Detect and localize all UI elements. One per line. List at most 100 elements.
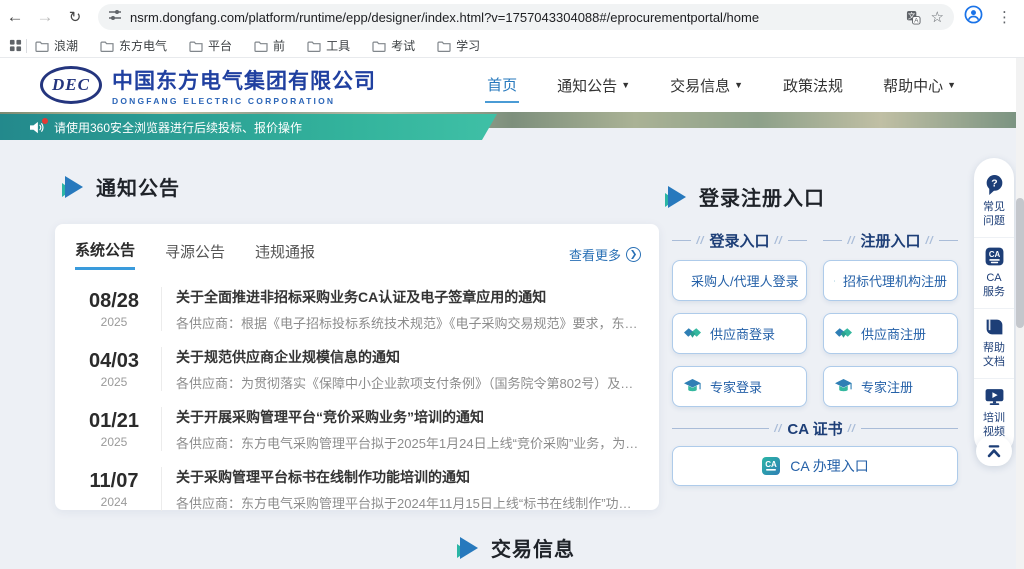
ca-service-label: CA服务 — [981, 271, 1007, 299]
expert-register-button[interactable]: 专家注册 — [823, 366, 958, 407]
ca-apply-button[interactable]: CA CA 办理入口 — [672, 446, 958, 486]
notification-dot — [42, 118, 48, 124]
tab-system-notices[interactable]: 系统公告 — [75, 239, 135, 270]
folder-icon — [189, 40, 203, 52]
chevron-down-icon: ▼ — [621, 80, 630, 90]
bookmark-folder-pingtai[interactable]: 平台 — [189, 37, 232, 54]
nav-notices[interactable]: 通知公告▼ — [555, 69, 632, 102]
folder-icon — [437, 40, 451, 52]
tab-violation-reports[interactable]: 违规通报 — [255, 241, 315, 269]
supplier-login-button[interactable]: 供应商登录 — [672, 313, 807, 354]
bookmarks-bar: 浪潮 东方电气 平台 前 工具 考试 学习 — [0, 34, 1024, 58]
purchaser-agent-login-button[interactable]: 采购人/代理人登录 — [672, 260, 807, 301]
divider — [161, 467, 162, 511]
apps-grid-icon[interactable] — [9, 39, 22, 52]
divider — [161, 407, 162, 451]
company-name-en: DONGFANG ELECTRIC CORPORATION — [112, 96, 376, 106]
announcement-desc: 各供应商：根据《电子招标投标系统技术规范》《电子采购交易规范》要求，东方电气采购… — [176, 313, 641, 332]
back-button[interactable]: ← — [0, 7, 30, 27]
reload-button[interactable]: ↻ — [60, 8, 90, 26]
ca-service-item[interactable]: CA CA服务 — [974, 237, 1014, 308]
announcement-date: 11/07 2024 — [75, 470, 153, 509]
section-title: 交易信息 — [491, 533, 575, 562]
company-logo[interactable]: DEC 中国东方电气集团有限公司 DONGFANG ELECTRIC CORPO… — [40, 65, 376, 106]
speaker-icon — [30, 121, 44, 134]
graduation-cap-icon — [683, 378, 702, 395]
entry-button-grid: 采购人/代理人登录 招标代理机构注册 供应商登录 供应商注册 专家登录 专家注册 — [672, 260, 958, 407]
document-icon — [984, 317, 1005, 337]
forward-button[interactable]: → — [30, 7, 60, 27]
menu-dots-icon[interactable]: ⋮ — [997, 8, 1012, 26]
bidding-agency-register-button[interactable]: 招标代理机构注册 — [823, 260, 958, 301]
divider — [26, 39, 27, 53]
profile-icon[interactable] — [964, 5, 983, 29]
company-name-cn: 中国东方电气集团有限公司 — [112, 65, 376, 95]
bookmark-folder-langchao[interactable]: 浪潮 — [35, 37, 78, 54]
video-icon — [984, 387, 1005, 407]
floating-sidebar: ? 常见问题 CA CA服务 帮助文档 培训视频 — [974, 158, 1014, 456]
folder-icon — [307, 40, 321, 52]
ca-badge-icon: CA — [761, 456, 781, 476]
announcement-date: 04/03 2025 — [75, 350, 153, 389]
scrollbar-thumb[interactable] — [1016, 198, 1024, 328]
announcement-row[interactable]: 04/03 2025 关于规范供应商企业规模信息的通知 各供应商：为贯彻落实《保… — [55, 339, 659, 399]
bookmark-star-icon[interactable]: ☆ — [931, 8, 944, 26]
graduation-cap-icon — [834, 378, 853, 395]
announcement-date: 01/21 2025 — [75, 410, 153, 449]
announcement-row[interactable]: 11/07 2024 关于采购管理平台标书在线制作功能培训的通知 各供应商：东方… — [55, 459, 659, 519]
register-entry-header: 注册入口 — [823, 230, 958, 251]
announcement-title[interactable]: 关于开展采购管理平台“竞价采购业务”培训的通知 — [176, 407, 641, 427]
site-settings-icon[interactable] — [108, 8, 122, 27]
help-docs-item[interactable]: 帮助文档 — [974, 308, 1014, 378]
building-icon — [834, 272, 835, 290]
collapse-up-icon — [985, 443, 1003, 459]
expert-login-button[interactable]: 专家登录 — [672, 366, 807, 407]
announcement-title[interactable]: 关于规范供应商企业规模信息的通知 — [176, 347, 641, 367]
login-section-header: 登录注册入口 — [663, 182, 825, 211]
announcement-row[interactable]: 08/28 2025 关于全面推进非招标采购业务CA认证及电子签章应用的通知 各… — [55, 279, 659, 339]
bookmark-folder-gongju[interactable]: 工具 — [307, 37, 350, 54]
announcement-title[interactable]: 关于采购管理平台标书在线制作功能培训的通知 — [176, 467, 641, 487]
nav-home[interactable]: 首页 — [485, 68, 519, 103]
announcements-card: 系统公告 寻源公告 违规通报 查看更多 ❯ 08/28 2025 关于全面推进非… — [55, 224, 659, 510]
back-to-top-button[interactable] — [976, 436, 1012, 466]
section-arrow-icon — [663, 186, 687, 208]
tab-sourcing-notices[interactable]: 寻源公告 — [165, 241, 225, 269]
announcements-section-header: 通知公告 — [60, 172, 180, 201]
bookmark-folder-dongfang[interactable]: 东方电气 — [100, 37, 167, 54]
nav-help-center[interactable]: 帮助中心▼ — [881, 69, 958, 102]
folder-icon — [100, 40, 114, 52]
url-text: nsrm.dongfang.com/platform/runtime/epp/d… — [130, 10, 896, 25]
announcement-row[interactable]: 01/21 2025 关于开展采购管理平台“竞价采购业务”培训的通知 各供应商：… — [55, 399, 659, 459]
svg-text:A: A — [914, 17, 919, 24]
scrollbar-track[interactable] — [1016, 58, 1024, 569]
faq-item[interactable]: ? 常见问题 — [974, 166, 1014, 237]
handshake-icon — [834, 325, 853, 342]
announcement-date: 08/28 2025 — [75, 290, 153, 329]
bookmark-folder-qian[interactable]: 前 — [254, 37, 285, 54]
bookmark-folder-kaoshi[interactable]: 考试 — [372, 37, 415, 54]
trade-section-header: 交易信息 — [455, 533, 575, 562]
announcement-tabs: 系统公告 寻源公告 违规通报 查看更多 ❯ — [55, 224, 659, 279]
svg-text:CA: CA — [988, 250, 1000, 259]
folder-icon — [35, 40, 49, 52]
section-title: 通知公告 — [96, 172, 180, 201]
announcement-desc: 各供应商：为贯彻落实《保障中小企业款项支付条例》（国务院令第802号）及《中小企… — [176, 373, 641, 392]
divider — [161, 347, 162, 391]
announcement-title[interactable]: 关于全面推进非招标采购业务CA认证及电子签章应用的通知 — [176, 287, 641, 307]
folder-icon — [254, 40, 268, 52]
translate-icon[interactable]: 文A — [906, 10, 921, 25]
bookmark-folder-xuexi[interactable]: 学习 — [437, 37, 480, 54]
supplier-register-button[interactable]: 供应商注册 — [823, 313, 958, 354]
dec-logo-oval: DEC — [40, 66, 102, 104]
address-bar[interactable]: nsrm.dongfang.com/platform/runtime/epp/d… — [98, 4, 954, 30]
ca-cert-header: CA 证书 — [672, 418, 958, 439]
chevron-down-icon: ▼ — [734, 80, 743, 90]
ca-icon: CA — [984, 246, 1005, 267]
section-arrow-icon — [455, 537, 479, 559]
announcement-desc: 各供应商：东方电气采购管理平台拟于2024年11月15日上线“标书在线制作”功能… — [176, 493, 641, 512]
view-more-link[interactable]: 查看更多 ❯ — [569, 245, 641, 264]
nav-policies[interactable]: 政策法规 — [781, 69, 845, 102]
nav-trade-info[interactable]: 交易信息▼ — [668, 69, 745, 102]
notice-text: 请使用360安全浏览器进行后续投标、报价操作 — [54, 119, 302, 136]
